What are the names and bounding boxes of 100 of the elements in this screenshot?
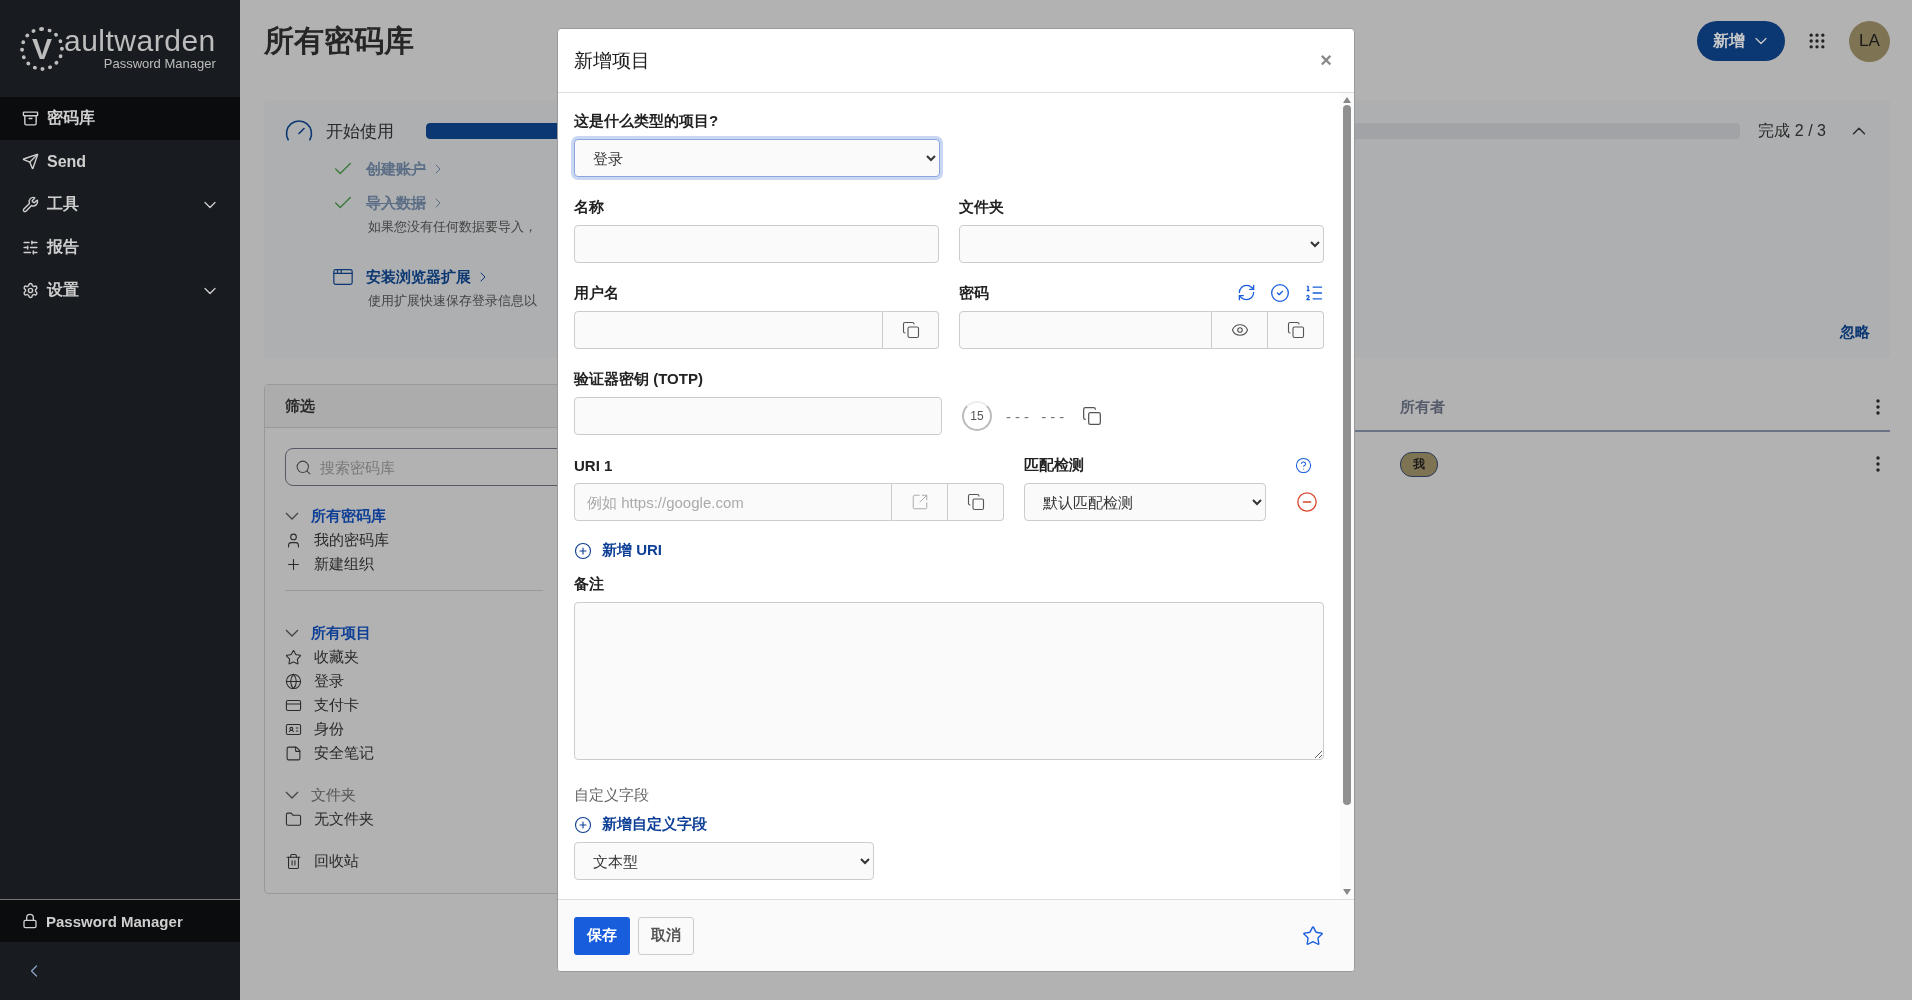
item-type-select[interactable]: 登录 [574, 139, 940, 177]
page-title: 所有密码库 [264, 22, 414, 59]
chevron-down-icon [285, 791, 299, 799]
chevron-down-icon [285, 629, 299, 637]
new-button[interactable]: 新增 [1697, 21, 1785, 61]
paper-plane-icon [22, 153, 39, 170]
plus-circle-icon [574, 815, 592, 834]
sliders-icon [22, 239, 39, 256]
name-input[interactable] [574, 225, 939, 263]
field-label: URI 1 [574, 456, 613, 474]
step-note: 如果您没有任何数据要导入， [368, 218, 537, 236]
vault-icon [22, 110, 39, 127]
external-link-icon [910, 493, 929, 511]
trash-icon [285, 852, 302, 870]
minus-circle-icon [1296, 491, 1318, 513]
plus-circle-icon [574, 541, 592, 560]
field-label: 备注 [574, 574, 604, 594]
avatar[interactable]: LA [1849, 20, 1890, 62]
filter-item[interactable]: 身份 [285, 717, 543, 741]
star-icon [1302, 924, 1324, 947]
check-password-button[interactable] [1270, 283, 1290, 303]
field-label: 密码 [959, 283, 989, 303]
username-input[interactable] [574, 311, 883, 349]
app-grid-icon[interactable] [1807, 31, 1827, 51]
step-note: 使用扩展快速保存登录信息以 [368, 292, 537, 310]
copy-button[interactable] [1268, 311, 1324, 349]
copy-icon [1286, 321, 1305, 339]
copy-button[interactable] [883, 311, 939, 349]
nav-item[interactable]: 报告 [0, 226, 240, 269]
lock-icon [22, 913, 38, 929]
filter-item[interactable]: 我的密码库 [285, 528, 543, 552]
password-input[interactable] [959, 311, 1212, 349]
filter-item[interactable]: 回收站 [285, 849, 543, 873]
circle-check-icon [1270, 283, 1290, 303]
person-icon [285, 531, 302, 549]
filter-item[interactable]: 支付卡 [285, 693, 543, 717]
match-detection-select[interactable]: 默认匹配检测 [1024, 483, 1266, 521]
scroll-up-icon [1343, 97, 1351, 103]
more-options-button[interactable] [1876, 456, 1880, 472]
filter-item[interactable]: 收藏夹 [285, 645, 543, 669]
dialog-title: 新增项目 [574, 48, 650, 73]
card-title: 开始使用 [326, 120, 395, 143]
save-button[interactable]: 保存 [574, 916, 630, 955]
column-header: 所有者 [1400, 397, 1445, 415]
field-label: 匹配检测 [1024, 455, 1084, 475]
help-icon [1295, 456, 1312, 474]
field-label: 验证器密钥 (TOTP) [574, 369, 703, 389]
globe-icon [285, 672, 302, 690]
note-icon [285, 744, 302, 762]
settings-icon [22, 282, 39, 299]
filter-item[interactable]: 登录 [285, 669, 543, 693]
progress-text: 完成 2 / 3 [1758, 120, 1826, 141]
history-button[interactable] [1304, 283, 1324, 303]
logo-wordmark: aultwarden [64, 26, 216, 56]
nav-item[interactable]: Send [0, 140, 240, 183]
launch-button[interactable] [892, 483, 948, 521]
filter-heading[interactable]: 所有项目 [285, 621, 543, 645]
copy-button[interactable] [1082, 406, 1103, 426]
cancel-button[interactable]: 取消 [638, 916, 694, 955]
product-switcher[interactable]: Password Manager [0, 900, 240, 942]
step-link[interactable]: 安装浏览器扩展 [366, 267, 491, 287]
filter-item[interactable]: 无文件夹 [285, 807, 543, 831]
filter-item[interactable]: 新建组织 [285, 552, 543, 576]
favorite-button[interactable] [1302, 924, 1324, 947]
filter-title: 筛选 [285, 396, 315, 416]
kebab-icon [1876, 456, 1880, 472]
star-icon [285, 648, 302, 666]
numbered-list-icon [1304, 283, 1324, 303]
search-icon [295, 459, 312, 476]
field-label: 名称 [574, 197, 604, 217]
generate-button[interactable] [1237, 283, 1256, 303]
filter-item[interactable]: 安全笔记 [285, 741, 543, 765]
totp-code: --- --- [1006, 407, 1069, 425]
copy-icon [901, 321, 920, 339]
dismiss-link[interactable]: 忽略 [1840, 323, 1870, 342]
eye-icon [1230, 321, 1249, 339]
nav-item[interactable]: 设置 [0, 269, 240, 312]
field-label: 用户名 [574, 283, 619, 303]
kebab-icon [1876, 399, 1880, 415]
help-button[interactable] [1295, 456, 1312, 474]
add-uri-button[interactable]: 新增 URI [574, 541, 1324, 560]
totp-input[interactable] [574, 397, 942, 435]
nav-item[interactable]: 工具 [0, 183, 240, 226]
copy-icon [1082, 406, 1103, 426]
add-custom-field-button[interactable]: 新增自定义字段 [574, 815, 1324, 834]
close-button[interactable]: × [1314, 48, 1338, 73]
filter-heading[interactable]: 文件夹 [285, 783, 543, 807]
uri-input[interactable]: 例如 https://google.com [574, 483, 892, 521]
scroll-down-icon [1343, 889, 1351, 895]
field-label: 这是什么类型的项目? [574, 111, 719, 131]
field-type-select[interactable]: 文本型 [574, 842, 874, 880]
filter-heading[interactable]: 所有密码库 [285, 504, 543, 528]
logo-initial: V [20, 26, 64, 71]
show-password-button[interactable] [1212, 311, 1268, 349]
nav-item[interactable]: 密码库 [0, 97, 240, 140]
copy-button[interactable] [948, 483, 1004, 521]
totp-timer: 15 [962, 401, 992, 431]
more-options-button[interactable] [1876, 399, 1880, 415]
scrollbar[interactable] [1340, 93, 1354, 899]
folder-icon [285, 810, 302, 828]
